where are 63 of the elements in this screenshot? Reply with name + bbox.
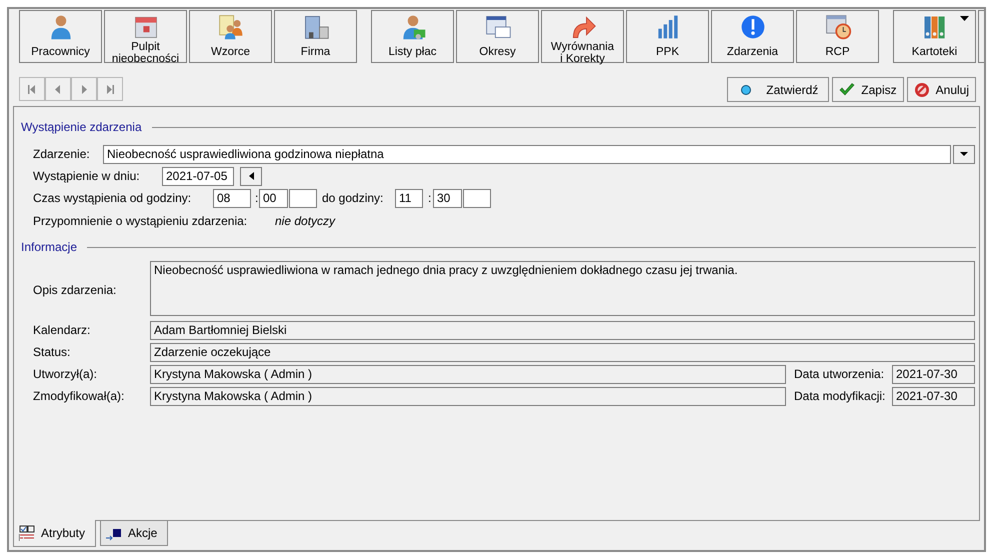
- toolbar-button[interactable]: Listy płac: [371, 10, 454, 63]
- field-label: Zdarzenie:: [33, 146, 91, 163]
- toolbar-button[interactable]: Kartoteki: [893, 10, 976, 63]
- field-label: Zmodyfikował(a):: [33, 388, 126, 405]
- check-icon: [839, 82, 856, 98]
- document-people-icon: [216, 13, 244, 41]
- action-button[interactable]: Zatwierdź: [727, 77, 830, 102]
- cancel-icon: [914, 82, 930, 98]
- action-button[interactable]: Zapisz: [832, 77, 904, 102]
- field-label: Data modyfikacji:: [793, 388, 886, 405]
- time-field[interactable]: [289, 188, 317, 208]
- time-field[interactable]: 11: [395, 188, 423, 208]
- field-label: Czas wystąpienia od godziny:: [33, 190, 192, 207]
- toolbar-button[interactable]: Wzorce: [189, 10, 272, 63]
- event-field[interactable]: Nieobecność usprawiedliwiona godzinowa niepłatna: [103, 144, 951, 164]
- date-picker-button[interactable]: [240, 166, 262, 186]
- field-label: Kalendarz:: [33, 322, 92, 339]
- readonly-field: Krystyna Makowska ( Admin ): [150, 364, 786, 384]
- readonly-field: Krystyna Makowska ( Admin ): [150, 386, 786, 406]
- caret-icon: [960, 152, 968, 156]
- description-field: Nieobecność usprawiedliwiona w ramach jednego dnia pracy z uwzględnieniem dokładnego czasu jej trwania.: [150, 261, 975, 316]
- field-label: Status:: [33, 344, 72, 361]
- time-field[interactable]: 30: [433, 188, 462, 208]
- field-label: Opis zdarzenia:: [33, 282, 118, 299]
- section-title: Wystąpienie zdarzenia: [21, 119, 142, 136]
- dropdown-button[interactable]: [953, 144, 975, 164]
- tab[interactable]: Akcje: [100, 521, 168, 546]
- field-label: Data utworzenia:: [793, 366, 886, 383]
- attributes-icon: [19, 525, 35, 541]
- time-separator: :: [254, 190, 259, 207]
- time-field[interactable]: [463, 188, 491, 208]
- toolbar-button[interactable]: Pracownicy: [19, 10, 102, 63]
- calendar-clock-icon: [824, 13, 852, 41]
- readonly-field: 2021-07-30: [892, 386, 975, 406]
- tab[interactable]: Atrybuty: [13, 520, 96, 547]
- date-field[interactable]: 2021-07-05: [162, 166, 234, 186]
- toolbar-button[interactable]: Firma: [274, 10, 357, 63]
- section-title: Informacje: [21, 239, 78, 256]
- field-label: Przypomnienie o wystąpieniu zdarzenia:: [33, 213, 248, 230]
- field-label: Wystąpienie w dniu:: [33, 168, 141, 185]
- calendar-window-icon: [484, 13, 512, 41]
- previous-icon: [54, 84, 62, 94]
- left-arrow-icon: [248, 172, 254, 180]
- readonly-field: Zdarzenie oczekujące: [150, 342, 975, 362]
- toolbar-button[interactable]: Wyrównania i Korekty: [541, 10, 624, 63]
- next-icon: [80, 84, 88, 94]
- toolbar-button[interactable]: Zdarzenia: [711, 10, 794, 63]
- time-field[interactable]: 08: [213, 188, 251, 208]
- toolbar-button[interactable]: RCP: [796, 10, 879, 63]
- readonly-field: 2021-07-30: [892, 364, 975, 384]
- time-field[interactable]: 00: [259, 188, 288, 208]
- toolbar-button[interactable]: Pulpit nieobecności: [104, 10, 187, 63]
- toolbar-button[interactable]: PPK: [626, 10, 709, 63]
- last-icon: [106, 84, 114, 94]
- exclamation-icon: [738, 13, 766, 41]
- field-label: do godziny:: [322, 190, 384, 207]
- first-icon: [28, 84, 36, 94]
- toolbar-button[interactable]: Okresy: [456, 10, 539, 63]
- reminder-value: nie dotyczy: [275, 213, 336, 230]
- action-button[interactable]: Anuluj: [906, 77, 976, 102]
- time-separator: :: [427, 190, 432, 207]
- readonly-field: Adam Bartłomniej Bielski: [150, 320, 975, 340]
- field-label: Utworzył(a):: [33, 366, 98, 383]
